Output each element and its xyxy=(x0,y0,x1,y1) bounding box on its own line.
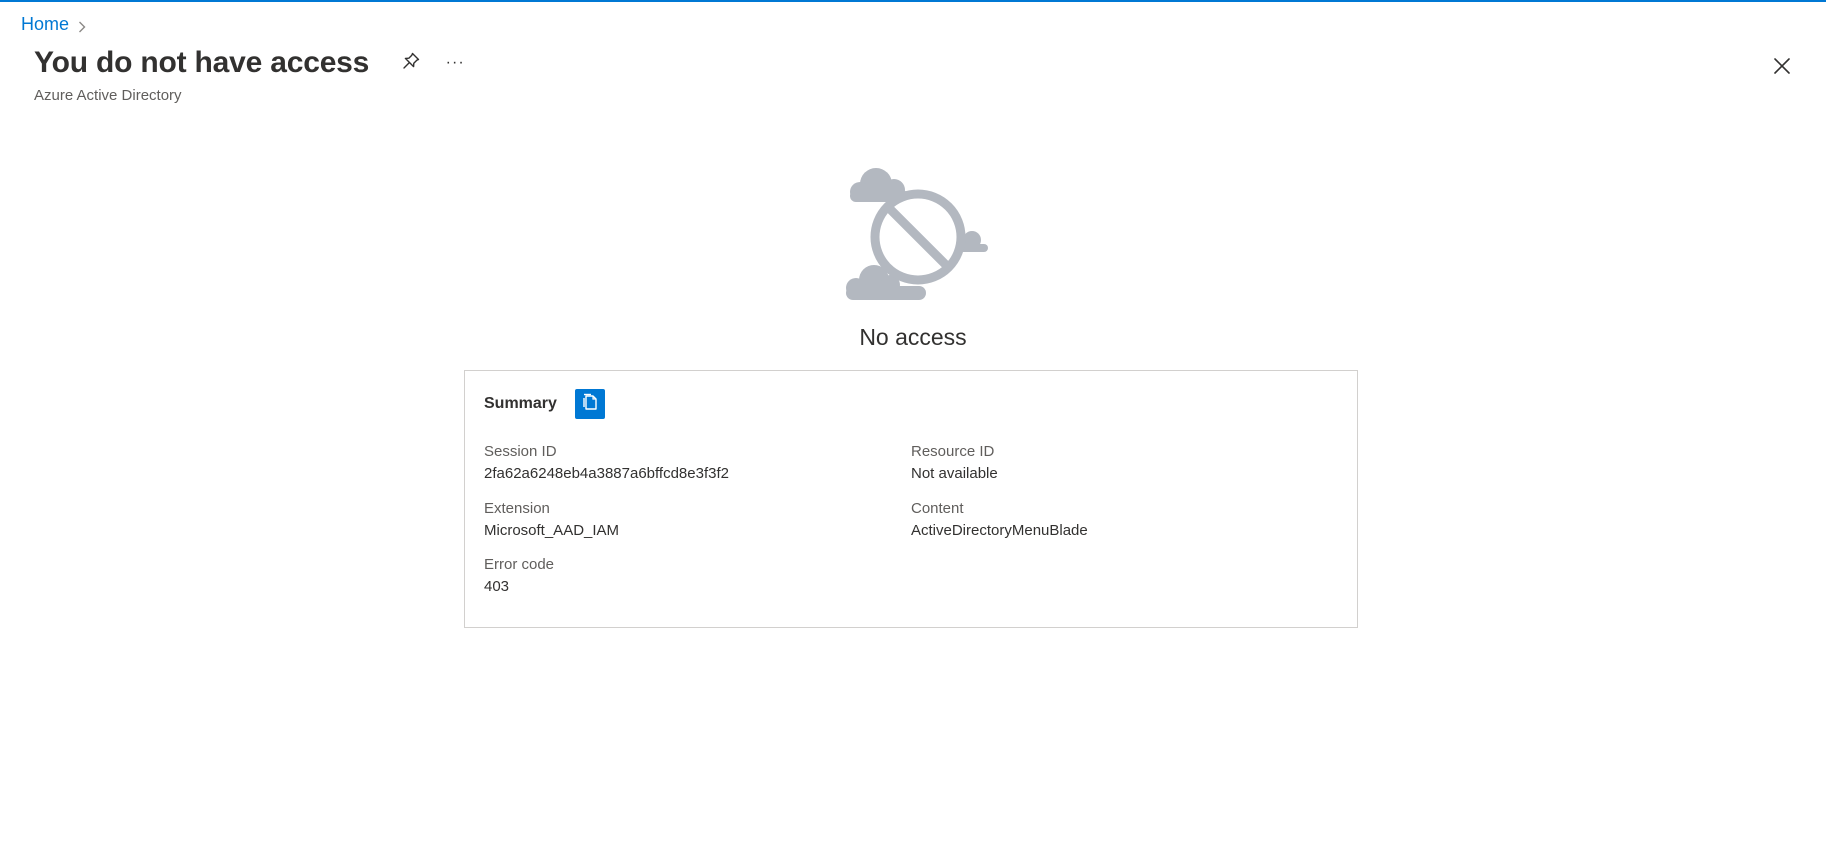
extension-value: Microsoft_AAD_IAM xyxy=(484,522,620,539)
session-id-value: 2fa62a6248eb4a3887a6bffcd8e3f3f2 xyxy=(484,465,729,482)
extension-label: Extension xyxy=(484,500,550,517)
resource-id-value: Not available xyxy=(911,465,998,482)
pin-button[interactable] xyxy=(395,47,427,79)
close-icon xyxy=(1772,56,1792,81)
session-id-label: Session ID xyxy=(484,443,557,460)
close-button[interactable] xyxy=(1766,52,1798,84)
page-title: You do not have access xyxy=(34,46,370,79)
more-options-button[interactable]: ··· xyxy=(439,47,471,79)
no-access-icon xyxy=(830,160,990,310)
session-id-field: Session ID 2fa62a6248eb4a3887a6bffcd8e3f… xyxy=(484,443,729,482)
content-field: Content ActiveDirectoryMenuBlade xyxy=(911,500,1088,539)
extension-field: Extension Microsoft_AAD_IAM xyxy=(484,500,619,539)
breadcrumb: Home xyxy=(21,14,89,35)
summary-title: Summary xyxy=(484,395,557,412)
no-access-message: No access xyxy=(859,324,967,350)
pin-icon xyxy=(401,51,421,76)
top-accent-bar xyxy=(0,0,1826,2)
ellipsis-icon: ··· xyxy=(445,54,465,71)
resource-id-label: Resource ID xyxy=(911,443,995,460)
resource-id-field: Resource ID Not available xyxy=(911,443,998,482)
content-label: Content xyxy=(911,500,964,517)
summary-card: Summary Session ID 2fa62a6248eb4a3887a6b… xyxy=(464,370,1358,628)
chevron-right-icon xyxy=(75,18,89,32)
error-code-label: Error code xyxy=(484,556,555,573)
content-value: ActiveDirectoryMenuBlade xyxy=(911,522,1088,539)
page-subtitle: Azure Active Directory xyxy=(34,87,182,104)
copy-summary-button[interactable] xyxy=(574,389,605,419)
error-code-field: Error code 403 xyxy=(484,556,554,595)
breadcrumb-home-link[interactable]: Home xyxy=(21,14,69,35)
error-code-value: 403 xyxy=(484,578,510,595)
page-header: You do not have access ··· xyxy=(34,46,471,80)
copy-icon xyxy=(580,392,600,417)
summary-header: Summary xyxy=(484,389,605,419)
